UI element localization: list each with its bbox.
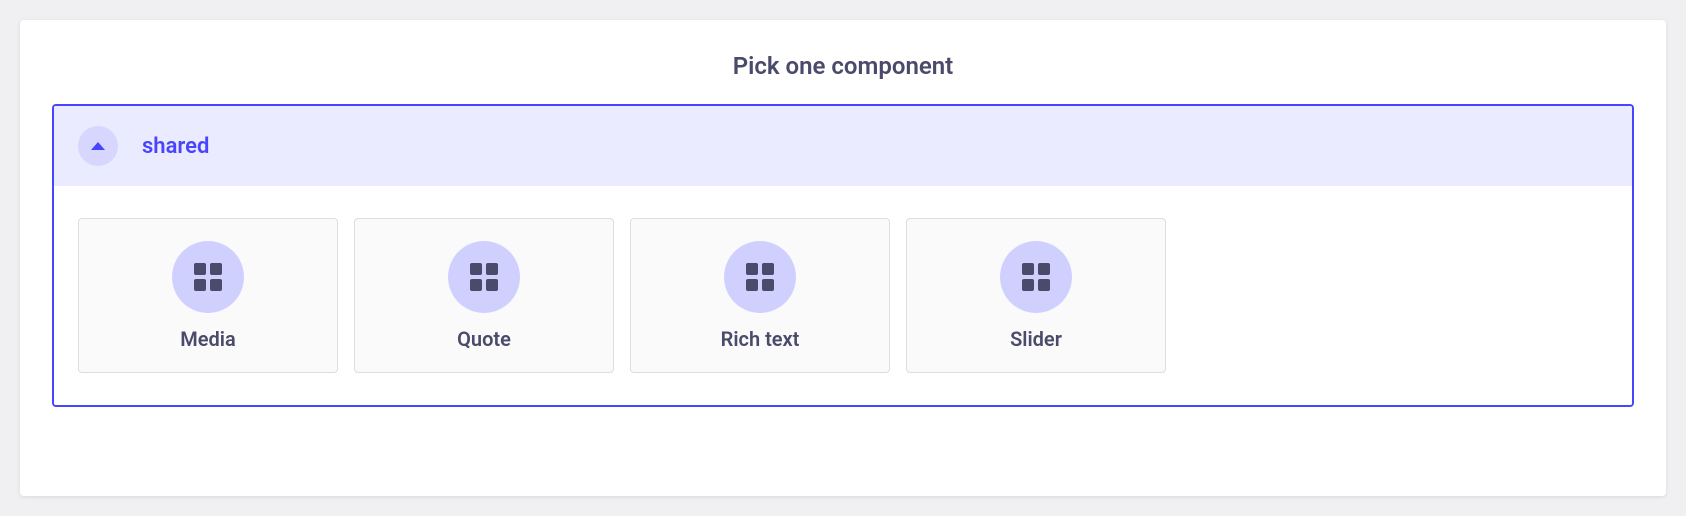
grid-icon <box>470 263 498 291</box>
component-card-rich-text[interactable]: Rich text <box>630 218 890 373</box>
component-label: Rich text <box>721 327 800 351</box>
component-label: Media <box>180 327 235 351</box>
component-card-media[interactable]: Media <box>78 218 338 373</box>
collapse-button[interactable] <box>78 126 118 166</box>
component-icon-circle <box>172 241 244 313</box>
component-label: Quote <box>457 327 511 351</box>
group-header[interactable]: shared <box>54 106 1632 186</box>
component-group: shared Media Quote <box>52 104 1634 407</box>
component-card-slider[interactable]: Slider <box>906 218 1166 373</box>
grid-icon <box>1022 263 1050 291</box>
chevron-up-icon <box>91 142 105 150</box>
component-grid: Media Quote Rich text <box>54 186 1632 405</box>
component-card-quote[interactable]: Quote <box>354 218 614 373</box>
panel-title: Pick one component <box>52 52 1634 80</box>
grid-icon <box>194 263 222 291</box>
grid-icon <box>746 263 774 291</box>
component-icon-circle <box>448 241 520 313</box>
group-title: shared <box>142 134 209 159</box>
component-icon-circle <box>1000 241 1072 313</box>
component-icon-circle <box>724 241 796 313</box>
component-picker-panel: Pick one component shared Media <box>20 20 1666 496</box>
component-label: Slider <box>1010 327 1062 351</box>
